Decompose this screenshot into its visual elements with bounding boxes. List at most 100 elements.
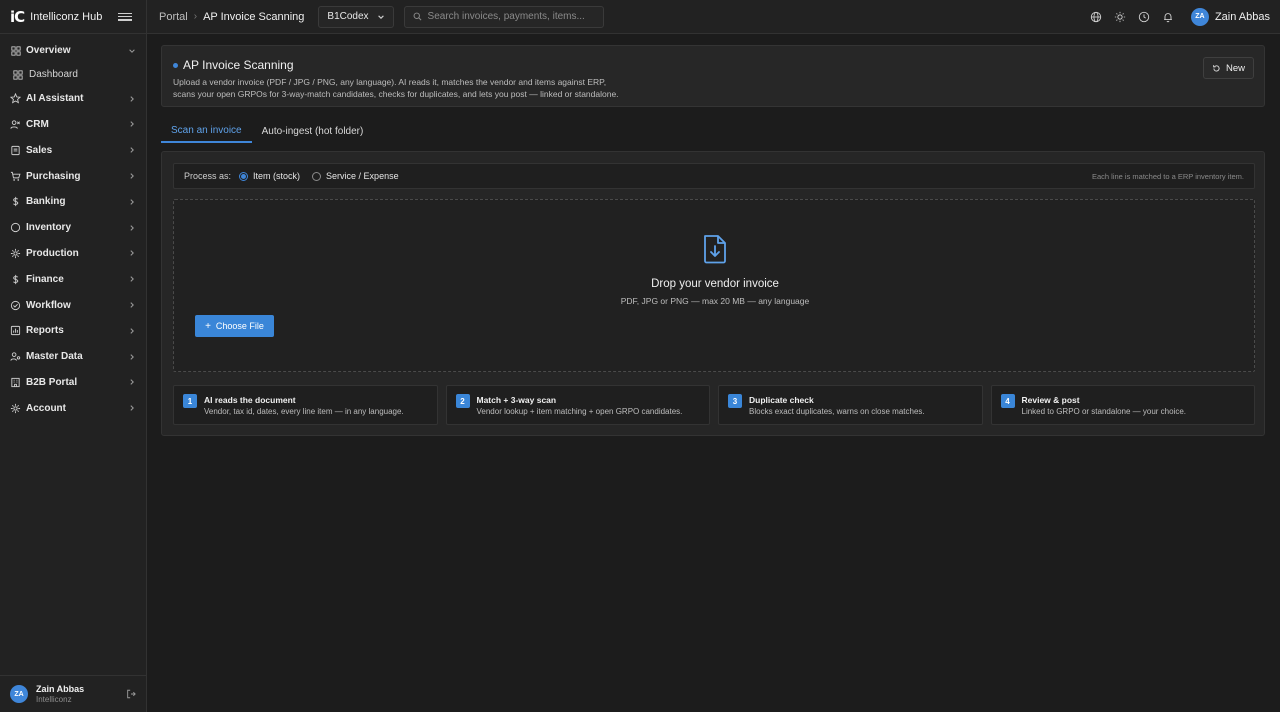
breadcrumb-separator: › xyxy=(193,11,198,22)
footer-user-org: Intelliconz xyxy=(36,695,72,704)
search-icon xyxy=(413,12,421,21)
search-box[interactable] xyxy=(403,5,604,28)
process-hint: Each line is matched to a ERP inventory … xyxy=(1091,171,1244,181)
brand-name: Intelliconz Hub xyxy=(30,10,103,23)
company-selector-value: B1Codex xyxy=(327,11,369,22)
sidebar-item-label: Finance xyxy=(26,273,64,285)
check-circle-icon xyxy=(10,300,21,311)
radio-checked-icon xyxy=(239,171,249,181)
step-title: Review & post xyxy=(1021,395,1080,405)
globe-icon[interactable] xyxy=(1089,10,1103,24)
grid-icon xyxy=(10,45,21,56)
logout-icon[interactable] xyxy=(126,689,136,699)
dollar-icon xyxy=(10,196,21,207)
step-description: Blocks exact duplicates, warns on close … xyxy=(749,407,925,416)
file-dropzone[interactable]: Drop your vendor invoice PDF, JPG or PNG… xyxy=(173,199,1255,372)
tab-auto-ingest[interactable]: Auto-ingest (hot folder) xyxy=(252,120,374,143)
sidebar-item-label: Inventory xyxy=(26,222,72,234)
sidebar-item-label: Account xyxy=(26,402,66,414)
brand-logo: iC xyxy=(10,7,25,26)
new-button[interactable]: New xyxy=(1202,57,1254,79)
cart-icon xyxy=(10,171,21,182)
sidebar-item-banking[interactable]: Banking xyxy=(0,189,146,215)
star-icon xyxy=(10,93,21,104)
sidebar-item-label: Master Data xyxy=(26,351,83,363)
step-card: 3 Duplicate check Blocks exact duplicate… xyxy=(718,385,983,425)
page-description: Upload a vendor invoice (PDF / JPG / PNG… xyxy=(173,77,619,99)
company-selector[interactable]: B1Codex xyxy=(318,5,394,28)
sidebar-item-ai-assistant[interactable]: AI Assistant xyxy=(0,86,146,112)
sidebar: Overview Dashboard AI Assistant CRM Sale… xyxy=(0,34,147,712)
step-number: 3 xyxy=(728,394,742,408)
sidebar-item-workflow[interactable]: Workflow xyxy=(0,292,146,318)
chevron-right-icon xyxy=(130,199,134,205)
sidebar-item-label: Banking xyxy=(26,196,66,208)
refresh-icon xyxy=(1213,64,1220,72)
sidebar-item-inventory[interactable]: Inventory xyxy=(0,215,146,241)
sidebar-user-footer: ZA Zain Abbas Intelliconz xyxy=(0,675,146,712)
chevron-down-icon xyxy=(377,14,384,19)
avatar: ZA xyxy=(1190,7,1209,26)
sidebar-item-overview[interactable]: Overview xyxy=(0,38,146,64)
sidebar-item-label: Purchasing xyxy=(26,170,81,182)
step-card: 1 AI reads the document Vendor, tax id, … xyxy=(173,385,438,425)
status-dot-icon xyxy=(173,62,178,68)
avatar: ZA xyxy=(10,685,28,703)
radio-unchecked-icon xyxy=(312,171,322,181)
chevron-right-icon xyxy=(130,147,134,154)
step-title: Match + 3-way scan xyxy=(476,395,557,405)
radio-service-expense[interactable]: Service / Expense xyxy=(312,171,399,181)
choose-file-button[interactable]: + Choose File xyxy=(195,315,274,337)
step-title: Duplicate check xyxy=(749,395,814,405)
user-menu[interactable]: ZA Zain Abbas xyxy=(1190,7,1270,26)
report-icon xyxy=(10,325,21,336)
chevron-right-icon xyxy=(130,379,134,386)
radio-label: Item (stock) xyxy=(253,171,301,181)
chevron-right-icon xyxy=(130,250,134,257)
file-download-icon xyxy=(704,235,726,264)
sidebar-item-label: Dashboard xyxy=(29,69,78,81)
step-description: Vendor lookup + item matching + open GRP… xyxy=(476,407,683,416)
sidebar-item-label: Reports xyxy=(26,325,64,337)
page-header: AP Invoice Scanning Upload a vendor invo… xyxy=(161,45,1265,107)
sidebar-item-account[interactable]: Account xyxy=(0,395,146,421)
sidebar-item-label: Production xyxy=(26,247,79,259)
sidebar-item-label: Sales xyxy=(26,144,53,156)
sidebar-item-finance[interactable]: Finance xyxy=(0,266,146,292)
brand: iC Intelliconz Hub xyxy=(0,0,147,34)
bell-icon[interactable] xyxy=(1161,10,1175,24)
chevron-right-icon xyxy=(130,121,134,128)
menu-toggle-icon[interactable] xyxy=(118,10,132,24)
sidebar-item-master-data[interactable]: Master Data xyxy=(0,344,146,370)
top-actions: ZA Zain Abbas xyxy=(1089,7,1270,26)
sidebar-item-purchasing[interactable]: Purchasing xyxy=(0,163,146,189)
sidebar-item-reports[interactable]: Reports xyxy=(0,318,146,344)
settings-icon xyxy=(10,403,21,414)
sidebar-item-crm[interactable]: CRM xyxy=(0,112,146,138)
tab-scan-invoice[interactable]: Scan an invoice xyxy=(161,120,252,143)
gear-icon xyxy=(10,248,21,259)
search-input[interactable] xyxy=(427,11,588,22)
chevron-right-icon xyxy=(130,405,134,412)
page-title: AP Invoice Scanning xyxy=(183,58,294,72)
sidebar-item-dashboard[interactable]: Dashboard xyxy=(0,64,146,86)
sidebar-item-production[interactable]: Production xyxy=(0,241,146,267)
dropzone-title: Drop your vendor invoice xyxy=(651,278,779,290)
sun-icon[interactable] xyxy=(1113,10,1127,24)
breadcrumb: Portal › AP Invoice Scanning xyxy=(159,11,304,23)
clock-icon[interactable] xyxy=(1137,10,1151,24)
chevron-right-icon xyxy=(130,173,134,179)
sidebar-item-label: Overview xyxy=(26,45,71,57)
chevron-right-icon xyxy=(130,276,134,283)
tabs: Scan an invoice Auto-ingest (hot folder) xyxy=(161,120,1265,143)
breadcrumb-portal-link[interactable]: Portal xyxy=(159,11,188,23)
sidebar-item-label: CRM xyxy=(26,118,49,130)
step-description: Vendor, tax id, dates, every line item —… xyxy=(204,407,404,416)
choose-file-label: Choose File xyxy=(215,321,264,331)
step-card: 2 Match + 3-way scan Vendor lookup + ite… xyxy=(445,385,710,425)
sidebar-item-b2b-portal[interactable]: B2B Portal xyxy=(0,370,146,396)
building-icon xyxy=(10,377,21,388)
sidebar-item-label: Workflow xyxy=(26,299,71,311)
sidebar-item-sales[interactable]: Sales xyxy=(0,137,146,163)
radio-item-stock[interactable]: Item (stock) xyxy=(239,171,300,181)
